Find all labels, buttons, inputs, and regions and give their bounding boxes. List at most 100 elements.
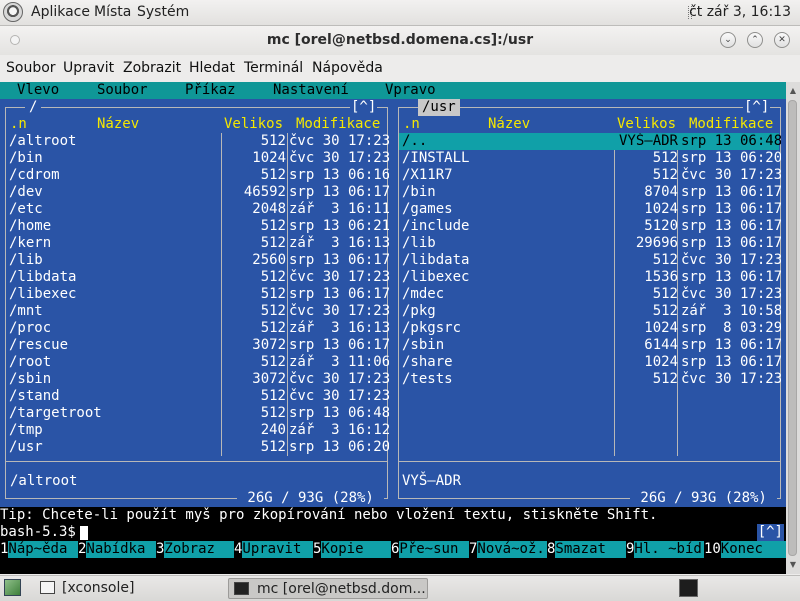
fkey-4[interactable]: 4 Upravit (234, 541, 313, 558)
file-row[interactable]: /sbin 3072 čvc 30 17:23 (6, 371, 389, 388)
bottom-taskbar: [xconsole] mc [orel@netbsd.dom... (0, 575, 800, 601)
header-size[interactable]: Velikos (617, 116, 677, 133)
left-panel-path[interactable]: / (25, 99, 42, 116)
file-row[interactable]: /cdrom 512 srp 13 06:16 (6, 167, 389, 184)
menu-search[interactable]: Hledat (189, 60, 235, 76)
file-row[interactable]: /proc 512 zář 3 16:13 (6, 320, 389, 337)
file-size: 46592 (243, 184, 286, 200)
file-row[interactable]: /X11R7 512 čvc 30 17:23 (399, 167, 781, 184)
file-row[interactable]: /bin 1024 čvc 30 17:23 (6, 150, 389, 167)
file-row[interactable]: /.. VYŠ—ADR srp 13 06:48 (399, 133, 781, 150)
menu-applications[interactable]: Aplikace (31, 4, 90, 20)
file-row[interactable]: /libdata 512 čvc 30 17:23 (399, 252, 781, 269)
close-button[interactable]: ✕ (774, 32, 790, 48)
file-row[interactable]: /dev 46592 srp 13 06:17 (6, 184, 389, 201)
mc-menu-left[interactable]: Vlevo (17, 82, 59, 99)
right-file-panel[interactable]: /usr [^] .n Název Velikos Modifikace /..… (393, 99, 786, 507)
header-name[interactable]: Název (97, 116, 217, 133)
file-row[interactable]: /tests 512 čvc 30 17:23 (399, 371, 781, 388)
window-titlebar[interactable]: mc [orel@netbsd.domena.cs]:/usr ⌄ ⌃ ✕ (0, 26, 800, 55)
file-row[interactable]: /mnt 512 čvc 30 17:23 (6, 303, 389, 320)
right-panel-history-button[interactable]: [^] (743, 99, 771, 116)
file-row[interactable]: /etc 2048 zář 3 16:11 (6, 201, 389, 218)
menu-help[interactable]: Nápověda (312, 60, 383, 76)
sort-indicator[interactable]: .n (403, 116, 433, 133)
fkey-2[interactable]: 2 Nabídka (78, 541, 156, 558)
fkey-label: Pře~sun (399, 541, 469, 558)
file-row[interactable]: /libexec 1536 srp 13 06:17 (399, 269, 781, 286)
file-row[interactable]: /pkgsrc 1024 srp 8 03:29 (399, 320, 781, 337)
file-modified: zář 3 16:13 (289, 320, 389, 336)
minimize-button[interactable]: ⌄ (720, 32, 736, 48)
header-modified[interactable]: Modifikace (689, 116, 779, 133)
fkey-label: Nová~ož. (477, 541, 547, 558)
header-size[interactable]: Velikos (224, 116, 286, 133)
fkey-3[interactable]: 3 Zobraz (156, 541, 234, 558)
clock[interactable]: čt zář 3, 16:13 (689, 4, 791, 20)
file-row[interactable]: /bin 8704 srp 13 06:17 (399, 184, 781, 201)
task-xconsole[interactable]: [xconsole] (34, 578, 224, 599)
sort-indicator[interactable]: .n (10, 116, 40, 133)
file-row[interactable]: /libdata 512 čvc 30 17:23 (6, 269, 389, 286)
fkey-10[interactable]: 10 Konec (704, 541, 786, 558)
file-row[interactable]: /libexec 512 srp 13 06:17 (6, 286, 389, 303)
scroll-down-icon[interactable]: ▼ (786, 558, 800, 572)
file-row[interactable]: /home 512 srp 13 06:21 (6, 218, 389, 235)
task-mc[interactable]: mc [orel@netbsd.dom... (228, 578, 428, 599)
file-row[interactable]: /rescue 3072 srp 13 06:17 (6, 337, 389, 354)
menu-view[interactable]: Zobrazit (123, 60, 181, 76)
maximize-button[interactable]: ⌃ (747, 32, 763, 48)
file-row[interactable]: /share 1024 srp 13 06:17 (399, 354, 781, 371)
file-row[interactable]: /tmp 240 zář 3 16:12 (6, 422, 389, 439)
file-row[interactable]: /lib 29696 srp 13 06:17 (399, 235, 781, 252)
file-row[interactable]: /include 5120 srp 13 06:17 (399, 218, 781, 235)
menu-places[interactable]: Místa (94, 4, 131, 20)
window-title: mc [orel@netbsd.domena.cs]:/usr (266, 32, 534, 48)
mc-menu-right[interactable]: Vpravo (385, 82, 436, 99)
menu-terminal[interactable]: Terminál (244, 60, 303, 76)
fkey-9[interactable]: 9 Hl. ~bíd (626, 541, 704, 558)
distro-logo-icon[interactable] (3, 2, 23, 22)
file-row[interactable]: /stand 512 čvc 30 17:23 (6, 388, 389, 405)
file-row[interactable]: /sbin 6144 srp 13 06:17 (399, 337, 781, 354)
left-panel-history-button[interactable]: [^] (350, 99, 378, 116)
file-size: 512 (260, 235, 286, 251)
mc-menu-command[interactable]: Příkaz (185, 82, 236, 99)
fkey-1[interactable]: 1 Náp~ěda (0, 541, 78, 558)
file-row[interactable]: /altroot 512 čvc 30 17:23 (6, 133, 389, 150)
shell-prompt[interactable]: bash-5.3$ (0, 524, 786, 541)
subshell-indicator[interactable]: [^] (756, 524, 784, 541)
mc-menu-options[interactable]: Nastavení (273, 82, 349, 99)
header-modified[interactable]: Modifikace (296, 116, 386, 133)
terminal-launcher-icon[interactable] (679, 579, 698, 597)
file-row[interactable]: /root 512 zář 3 11:06 (6, 354, 389, 371)
file-size: 1024 (252, 150, 286, 166)
menu-file[interactable]: Soubor (6, 60, 56, 76)
mc-menu-file[interactable]: Soubor (97, 82, 148, 99)
fkey-7[interactable]: 7 Nová~ož. (469, 541, 547, 558)
fkey-8[interactable]: 8 Smazat (547, 541, 626, 558)
file-name: /mnt (9, 303, 43, 319)
file-row[interactable]: /pkg 512 zář 3 10:58 (399, 303, 781, 320)
scroll-thumb[interactable] (788, 100, 797, 556)
fkey-6[interactable]: 6 Pře~sun (391, 541, 469, 558)
file-row[interactable]: /mdec 512 čvc 30 17:23 (399, 286, 781, 303)
file-row[interactable]: /usr 512 srp 13 06:20 (6, 439, 389, 456)
scroll-up-icon[interactable]: ▲ (786, 84, 800, 98)
file-row[interactable]: /INSTALL 512 srp 13 06:20 (399, 150, 781, 167)
right-panel-path[interactable]: /usr (418, 99, 460, 116)
left-file-panel[interactable]: / [^] .n Název Velikos Modifikace /altro… (0, 99, 393, 507)
fkey-5[interactable]: 5 Kopie (313, 541, 391, 558)
file-row[interactable]: /kern 512 zář 3 16:13 (6, 235, 389, 252)
file-row[interactable]: /lib 2560 srp 13 06:17 (6, 252, 389, 269)
file-modified: srp 13 06:16 (289, 167, 389, 183)
file-row[interactable]: /targetroot 512 srp 13 06:48 (6, 405, 389, 422)
show-desktop-icon[interactable] (4, 579, 21, 596)
menu-system[interactable]: Systém (137, 4, 189, 20)
file-row[interactable]: /games 1024 srp 13 06:17 (399, 201, 781, 218)
terminal-area[interactable]: Vlevo Soubor Příkaz Nastavení Vpravo / [… (0, 82, 786, 574)
header-name[interactable]: Název (488, 116, 608, 133)
terminal-scrollbar[interactable]: ▲ ▼ (786, 82, 800, 574)
file-name: /share (402, 354, 453, 370)
menu-edit[interactable]: Upravit (63, 60, 114, 76)
